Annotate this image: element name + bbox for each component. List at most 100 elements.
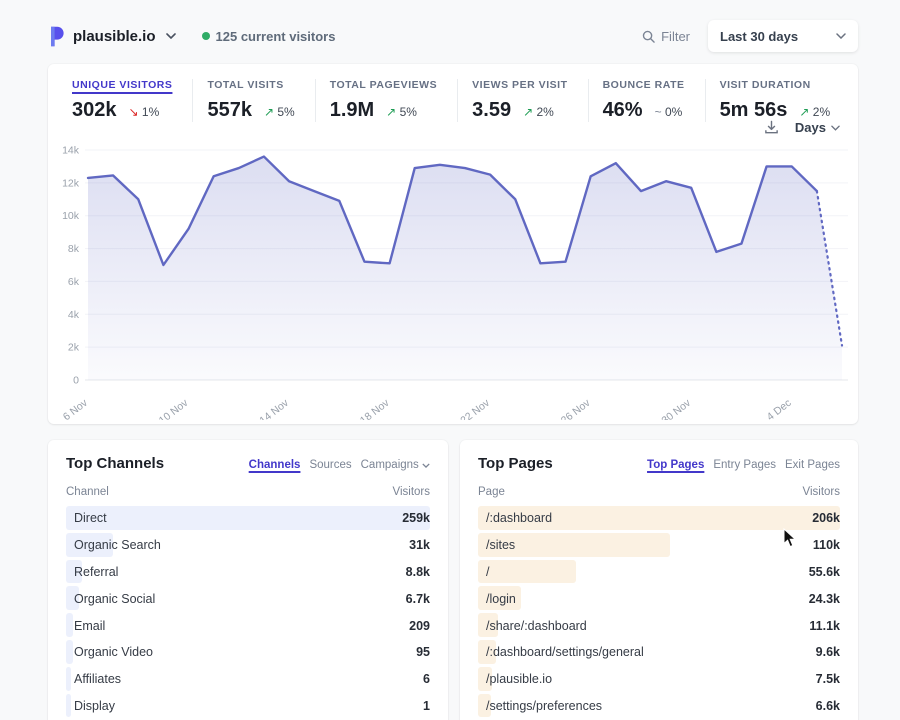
- mouse-cursor: [783, 528, 797, 548]
- metric-value: 302k: [72, 99, 117, 122]
- metric-value: 557k: [207, 99, 252, 122]
- top-channels-title: Top Channels: [66, 455, 164, 472]
- metric-label: VIEWS PER VISIT: [472, 79, 567, 91]
- search-icon: [642, 30, 655, 43]
- svg-text:6k: 6k: [68, 276, 80, 288]
- metric-change: ↗ 2%: [523, 105, 554, 119]
- svg-text:22 Nov: 22 Nov: [458, 396, 492, 420]
- svg-text:2k: 2k: [68, 342, 80, 354]
- visitors-chart[interactable]: 02k4k6k8k10k12k14k6 Nov10 Nov14 Nov18 No…: [54, 142, 854, 420]
- row-value: 259k: [402, 511, 430, 525]
- row-label: /plausible.io: [478, 672, 552, 686]
- table-row[interactable]: /plausible.io 7.5k: [478, 666, 840, 693]
- interval-label: Days: [795, 120, 826, 135]
- metric-value: 5m 56s: [720, 99, 788, 122]
- pages-tabset: Top Pages Entry Pages Exit Pages: [647, 459, 840, 471]
- table-row[interactable]: Display 1: [66, 693, 430, 720]
- svg-text:4 Dec: 4 Dec: [765, 397, 794, 420]
- row-label: /settings/preferences: [478, 699, 602, 713]
- row-value: 31k: [409, 538, 430, 552]
- interval-select[interactable]: Days: [795, 120, 840, 135]
- table-row[interactable]: /:dashboard/settings/general 9.6k: [478, 639, 840, 666]
- metric-change: ~ 0%: [655, 105, 683, 119]
- row-value: 209: [409, 619, 430, 633]
- svg-text:10k: 10k: [62, 210, 80, 222]
- row-value: 6.7k: [406, 592, 430, 606]
- chevron-down-icon: [422, 463, 430, 468]
- svg-text:0: 0: [73, 375, 79, 387]
- row-label: Organic Video: [66, 645, 153, 659]
- row-value: 110k: [813, 538, 840, 552]
- filter-button[interactable]: Filter: [642, 29, 690, 44]
- download-icon[interactable]: [764, 120, 779, 135]
- metric-change: ↘ 1%: [129, 105, 160, 119]
- svg-text:4k: 4k: [68, 309, 80, 321]
- table-row[interactable]: Referral 8.8k: [66, 559, 430, 586]
- chevron-down-icon: [831, 125, 840, 131]
- pages-visitors-header: Visitors: [803, 486, 841, 498]
- table-row[interactable]: /login 24.3k: [478, 585, 840, 612]
- top-pages-title: Top Pages: [478, 455, 553, 472]
- row-value: 55.6k: [809, 565, 840, 579]
- row-label: /login: [478, 592, 516, 606]
- tab-entry-pages[interactable]: Entry Pages: [713, 459, 776, 471]
- table-row[interactable]: /share/:dashboard 11.1k: [478, 612, 840, 639]
- channels-table: Direct 259k Organic Search 31k Referral …: [66, 505, 430, 719]
- row-value: 6: [423, 672, 430, 686]
- metric-visit-duration[interactable]: VISIT DURATION 5m 56s ↗ 2%: [705, 79, 851, 122]
- metric-value: 46%: [603, 99, 643, 122]
- tab-exit-pages[interactable]: Exit Pages: [785, 459, 840, 471]
- row-label: /:dashboard/settings/general: [478, 645, 644, 659]
- channels-tabset: Channels Sources Campaigns: [249, 459, 430, 471]
- row-label: Organic Search: [66, 538, 161, 552]
- metric-label: TOTAL PAGEVIEWS: [330, 79, 437, 91]
- row-value: 95: [416, 645, 430, 659]
- table-row[interactable]: Organic Social 6.7k: [66, 585, 430, 612]
- current-visitors[interactable]: 125 current visitors: [202, 29, 336, 44]
- site-name: plausible.io: [73, 28, 156, 45]
- row-label: Affiliates: [66, 672, 121, 686]
- table-row[interactable]: / 55.6k: [478, 559, 840, 586]
- table-row[interactable]: Direct 259k: [66, 505, 430, 532]
- svg-text:8k: 8k: [68, 243, 80, 255]
- date-range-value: Last 30 days: [720, 29, 798, 44]
- date-range-select[interactable]: Last 30 days: [708, 20, 858, 52]
- metric-change: ↗ 2%: [799, 105, 830, 119]
- table-row[interactable]: Organic Video 95: [66, 639, 430, 666]
- metric-bounce-rate[interactable]: BOUNCE RATE 46% ~ 0%: [588, 79, 705, 122]
- row-value: 11.1k: [809, 619, 840, 633]
- metric-label: UNIQUE VISITORS: [72, 79, 172, 91]
- svg-text:6 Nov: 6 Nov: [61, 396, 91, 420]
- row-label: Email: [66, 619, 105, 633]
- channels-col-header: Channel: [66, 486, 109, 498]
- tab-channels[interactable]: Channels: [249, 459, 301, 471]
- row-label: /share/:dashboard: [478, 619, 587, 633]
- metric-total-visits[interactable]: TOTAL VISITS 557k ↗ 5%: [192, 79, 314, 122]
- row-label: Referral: [66, 565, 118, 579]
- svg-text:12k: 12k: [62, 177, 80, 189]
- row-value: 24.3k: [809, 592, 840, 606]
- site-switcher[interactable]: plausible.io: [48, 26, 176, 47]
- table-row[interactable]: Organic Search 31k: [66, 532, 430, 559]
- table-row[interactable]: Email 209: [66, 612, 430, 639]
- metric-unique-visitors[interactable]: UNIQUE VISITORS 302k ↘ 1%: [58, 79, 192, 122]
- svg-text:10 Nov: 10 Nov: [157, 396, 191, 420]
- row-label: /:dashboard: [478, 511, 552, 525]
- metric-views-per-visit[interactable]: VIEWS PER VISIT 3.59 ↗ 2%: [457, 79, 587, 122]
- tab-sources[interactable]: Sources: [309, 459, 351, 471]
- metric-change: ↗ 5%: [264, 105, 295, 119]
- svg-text:26 Nov: 26 Nov: [559, 396, 593, 420]
- analytics-card: UNIQUE VISITORS 302k ↘ 1%TOTAL VISITS 55…: [48, 64, 858, 424]
- row-value: 6.6k: [816, 699, 840, 713]
- svg-text:18 Nov: 18 Nov: [358, 396, 392, 420]
- table-row[interactable]: Affiliates 6: [66, 666, 430, 693]
- tab-top-pages[interactable]: Top Pages: [647, 459, 704, 471]
- metrics-row: UNIQUE VISITORS 302k ↘ 1%TOTAL VISITS 55…: [48, 64, 858, 122]
- row-value: 206k: [812, 511, 840, 525]
- metric-value: 3.59: [472, 99, 511, 122]
- table-row[interactable]: /settings/preferences 6.6k: [478, 693, 840, 720]
- svg-text:14 Nov: 14 Nov: [257, 396, 291, 420]
- row-bar: [66, 506, 430, 530]
- metric-total-pageviews[interactable]: TOTAL PAGEVIEWS 1.9M ↗ 5%: [315, 79, 457, 122]
- tab-campaigns[interactable]: Campaigns: [361, 459, 430, 471]
